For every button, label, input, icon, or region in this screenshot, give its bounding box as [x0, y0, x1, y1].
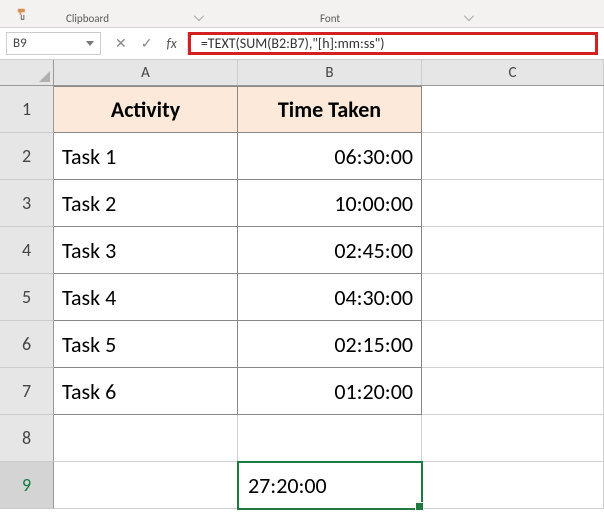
cell-A8[interactable]: [54, 415, 238, 462]
dialog-launcher-icon[interactable]: [464, 11, 474, 21]
table-row: 8: [0, 415, 604, 462]
cell-C4[interactable]: [422, 227, 604, 274]
fx-icon[interactable]: fx: [166, 35, 176, 52]
cell-B1[interactable]: Time Taken: [238, 86, 422, 133]
cell-A5[interactable]: Task 4: [54, 274, 238, 321]
row-header[interactable]: 9: [0, 462, 54, 509]
name-box-value: B9: [13, 36, 27, 51]
row-header[interactable]: 3: [0, 180, 54, 227]
spreadsheet-grid[interactable]: A B C 1 Activity Time Taken 2 Task 1 06:…: [0, 60, 604, 509]
formula-bar-buttons: ✕ ✓ fx: [105, 32, 188, 55]
row-header[interactable]: 5: [0, 274, 54, 321]
cell-A7[interactable]: Task 6: [54, 368, 238, 415]
ribbon-group-strip: Clipboard Font: [0, 0, 604, 28]
cell-A3[interactable]: Task 2: [54, 180, 238, 227]
cell-A4[interactable]: Task 3: [54, 227, 238, 274]
table-row: 1 Activity Time Taken: [0, 86, 604, 133]
formula-text: =TEXT(SUM(B2:B7),"[h]:mm:ss"): [201, 35, 385, 52]
cell-B2[interactable]: 06:30:00: [238, 133, 422, 180]
cell-A2[interactable]: Task 1: [54, 133, 238, 180]
cell-C6[interactable]: [422, 321, 604, 368]
format-painter-icon: [16, 7, 30, 21]
row-header[interactable]: 1: [0, 86, 54, 133]
formula-input[interactable]: =TEXT(SUM(B2:B7),"[h]:mm:ss"): [188, 32, 598, 55]
cell-A6[interactable]: Task 5: [54, 321, 238, 368]
cell-B7[interactable]: 01:20:00: [238, 368, 422, 415]
col-header-B[interactable]: B: [238, 60, 422, 85]
column-headers: A B C: [0, 60, 604, 86]
table-row: 7 Task 6 01:20:00: [0, 368, 604, 415]
table-row: 9 27:20:00: [0, 462, 604, 509]
row-header[interactable]: 6: [0, 321, 54, 368]
cell-C9[interactable]: [422, 462, 604, 509]
table-row: 2 Task 1 06:30:00: [0, 133, 604, 180]
col-header-A[interactable]: A: [54, 60, 238, 85]
col-header-C[interactable]: C: [422, 60, 604, 85]
cell-A9[interactable]: [54, 462, 238, 509]
cell-C7[interactable]: [422, 368, 604, 415]
table-row: 3 Task 2 10:00:00: [0, 180, 604, 227]
cell-B3[interactable]: 10:00:00: [238, 180, 422, 227]
row-header[interactable]: 8: [0, 415, 54, 462]
cancel-icon[interactable]: ✕: [115, 35, 127, 52]
format-painter-button[interactable]: [0, 7, 30, 21]
formula-bar-row: B9 ✕ ✓ fx =TEXT(SUM(B2:B7),"[h]:mm:ss"): [0, 28, 604, 60]
cell-B4[interactable]: 02:45:00: [238, 227, 422, 274]
cell-C8[interactable]: [422, 415, 604, 462]
ribbon-group-label-clipboard: Clipboard: [66, 12, 109, 25]
table-row: 6 Task 5 02:15:00: [0, 321, 604, 368]
cell-C1[interactable]: [422, 86, 604, 133]
cell-C2[interactable]: [422, 133, 604, 180]
row-header[interactable]: 7: [0, 368, 54, 415]
cell-B6[interactable]: 02:15:00: [238, 321, 422, 368]
check-icon[interactable]: ✓: [141, 35, 153, 52]
cell-B5[interactable]: 04:30:00: [238, 274, 422, 321]
chevron-down-icon[interactable]: [86, 41, 94, 46]
table-row: 5 Task 4 04:30:00: [0, 274, 604, 321]
cell-C3[interactable]: [422, 180, 604, 227]
row-header[interactable]: 2: [0, 133, 54, 180]
table-row: 4 Task 3 02:45:00: [0, 227, 604, 274]
cell-B8[interactable]: [238, 415, 422, 462]
cell-C5[interactable]: [422, 274, 604, 321]
name-box[interactable]: B9: [6, 32, 101, 55]
select-all-corner[interactable]: [0, 60, 54, 85]
cell-B9-active[interactable]: 27:20:00: [238, 462, 422, 509]
dialog-launcher-icon[interactable]: [194, 11, 204, 21]
row-header[interactable]: 4: [0, 227, 54, 274]
cell-A1[interactable]: Activity: [54, 86, 238, 133]
ribbon-group-label-font: Font: [320, 12, 340, 25]
